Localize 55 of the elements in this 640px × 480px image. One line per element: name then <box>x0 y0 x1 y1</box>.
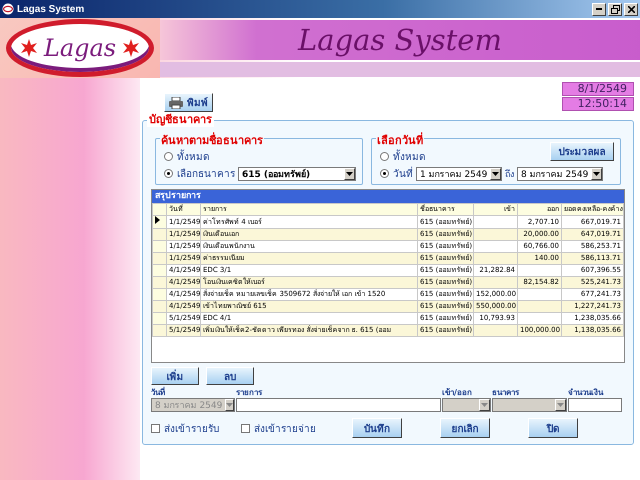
dropdown-arrow-icon <box>492 172 500 176</box>
table-cell <box>474 276 518 288</box>
action-button[interactable]: ปิด <box>528 418 578 438</box>
action-button[interactable]: ยกเลิก <box>440 418 490 438</box>
logo-text: Lagas <box>44 34 116 62</box>
radio-option[interactable]: วันที่ <box>380 166 413 181</box>
dropdown-arrow-icon <box>346 172 353 176</box>
table-cell <box>474 252 518 264</box>
field-label: เข้า/ออก <box>442 388 473 398</box>
print-button[interactable]: พิมพ์ <box>164 93 213 112</box>
close-button[interactable] <box>624 2 638 16</box>
range-label: ถึง <box>505 168 514 180</box>
dropdown-arrow-icon <box>481 403 488 407</box>
dropdown-arrow-icon <box>226 403 234 407</box>
printer-icon <box>169 96 183 108</box>
row-selector[interactable] <box>152 216 166 228</box>
star-icon <box>20 39 38 57</box>
radio-option[interactable]: ทั้งหมด <box>380 149 425 164</box>
date-dropdown[interactable]: 1 มกราคม 2549 <box>416 166 502 180</box>
grid-caption: สรุปรายการ <box>152 190 624 203</box>
star-icon <box>122 39 140 57</box>
banner-title: Lagas System <box>298 23 502 57</box>
current-row-icon <box>155 216 160 224</box>
field-label: รายการ <box>236 388 264 398</box>
minimize-button[interactable] <box>592 2 606 16</box>
field-label: วันที่ <box>151 388 166 398</box>
action-button[interactable]: บันทึก <box>352 418 402 438</box>
table-cell <box>518 300 562 312</box>
column-header <box>152 204 166 216</box>
restore-button[interactable] <box>608 2 622 16</box>
radio-option[interactable]: ทั้งหมด <box>164 149 209 164</box>
table-cell <box>474 324 518 336</box>
window-title: Lagas System <box>17 4 84 14</box>
restore-icon <box>610 4 620 14</box>
field-label: จำนวนเงิน <box>568 388 604 398</box>
bank-dropdown[interactable]: 615 (ออมทรัพย์) <box>238 166 356 180</box>
checkbox-option[interactable]: ส่งเข้ารายจ่าย <box>241 420 316 436</box>
input-field[interactable] <box>236 398 441 412</box>
dropdown-arrow-icon <box>593 172 600 176</box>
table-cell <box>474 228 518 240</box>
field-label: ธนาคาร <box>492 388 520 398</box>
grid-button[interactable]: ลบ <box>206 367 254 385</box>
close-icon <box>628 6 634 12</box>
group-title: บัญชีธนาคาร <box>147 112 214 127</box>
radio-option[interactable]: เลือกธนาคาร <box>164 166 235 181</box>
input-field[interactable] <box>568 398 622 412</box>
dropdown-arrow-icon <box>557 403 564 407</box>
checkbox-option[interactable]: ส่งเข้ารายรับ <box>151 420 219 436</box>
date-display: 8/1/2549 <box>562 82 634 96</box>
grid-button[interactable]: เพิ่ม <box>151 367 199 385</box>
process-button[interactable]: ประมวลผล <box>550 142 614 161</box>
time-display: 12:50:14 <box>562 97 634 111</box>
date-dropdown[interactable]: 8 มกราคม 2549 <box>517 166 603 180</box>
app-icon <box>2 3 14 15</box>
minimize-icon <box>596 8 602 10</box>
